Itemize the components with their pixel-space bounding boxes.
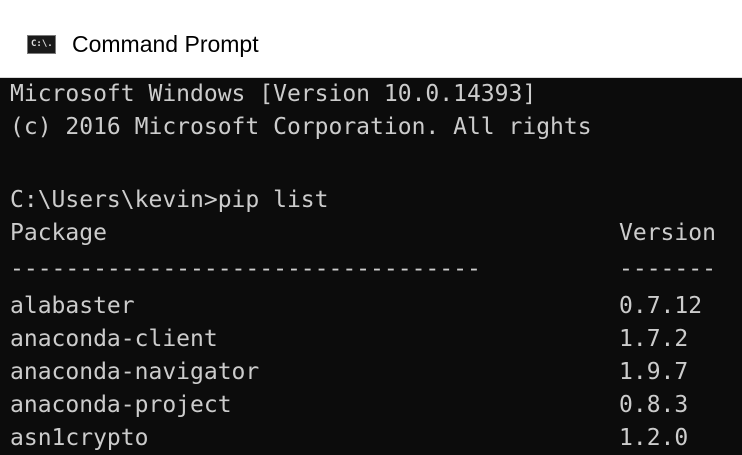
console-line-version: Microsoft Windows [Version 10.0.14393] — [10, 81, 537, 107]
column-header-package: Package — [10, 220, 107, 246]
package-version: 1.2.0 — [619, 425, 689, 451]
window-title: Command Prompt — [72, 31, 259, 57]
console-icon: C:\. — [27, 35, 56, 54]
package-name: anaconda-project — [10, 392, 232, 418]
console-output[interactable]: Microsoft Windows [Version 10.0.14393] (… — [0, 78, 742, 455]
package-name: alabaster — [10, 293, 135, 319]
command-prompt-window: C:\. Command Prompt Microsoft Windows [V… — [0, 0, 742, 455]
package-version: 1.7.2 — [619, 326, 689, 352]
package-name: anaconda-client — [10, 326, 218, 352]
separator-package: ---------------------------------- — [10, 256, 481, 282]
separator-version: ------- — [619, 256, 716, 282]
title-bar[interactable]: C:\. Command Prompt — [0, 0, 742, 78]
package-name: anaconda-navigator — [10, 359, 260, 385]
package-name: asn1crypto — [10, 425, 149, 451]
console-icon-label: C:\. — [31, 39, 53, 49]
console-line-prompt: C:\Users\kevin>pip list — [10, 187, 329, 213]
column-header-version: Version — [619, 220, 716, 246]
package-version: 0.7.12 — [619, 293, 703, 319]
package-version: 0.8.3 — [619, 392, 689, 418]
package-version: 1.9.7 — [619, 359, 689, 385]
console-line-copyright: (c) 2016 Microsoft Corporation. All righ… — [10, 114, 592, 140]
